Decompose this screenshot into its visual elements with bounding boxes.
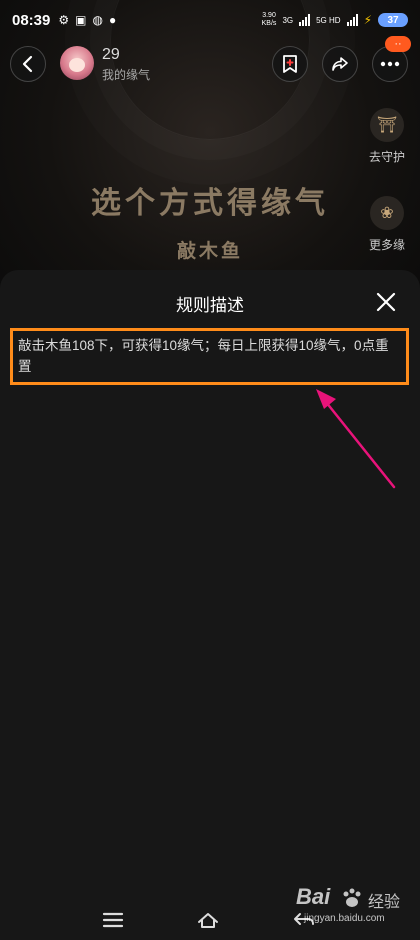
top-header: 29 我的缘气 ·· — [0, 36, 420, 84]
paw-icon — [343, 888, 361, 907]
status-right: 3.90 KB/s 3G 5G HD ⚡ 37 — [262, 12, 408, 28]
gear-icon: ⚙ — [58, 13, 70, 27]
net-speed-unit: KB/s — [261, 20, 277, 27]
bookmark-add-icon — [283, 55, 297, 73]
watermark-url: jingyan.baidu.com — [304, 913, 385, 924]
charging-icon: ⚡ — [363, 13, 372, 27]
watermark-brand: Bai — [296, 884, 331, 909]
page-title: 选个方式得缘气 — [91, 186, 329, 221]
app-screen: 08:39 ⚙ ▣ ◍ ● 3.90 KB/s 3G 5G HD ⚡ 37 29… — [0, 0, 420, 940]
sheet-title: 规则描述 — [176, 296, 244, 315]
watermark-brand-cn: 经验 — [368, 894, 401, 911]
side-guard-label: 去守护 — [368, 150, 405, 164]
message-icon: ● — [108, 13, 117, 27]
net-speed-value: 3.90 — [262, 12, 276, 19]
side-guard-button[interactable]: ⛩ 去守护 — [364, 108, 410, 165]
pagoda-icon: ⛩ — [370, 108, 404, 142]
back-button[interactable] — [10, 46, 46, 82]
status-bar: 08:39 ⚙ ▣ ◍ ● 3.90 KB/s 3G 5G HD ⚡ 37 — [0, 0, 420, 40]
rule-text: 敲击木鱼108下，可获得10缘气；每日上限获得10缘气，0点重置 — [18, 338, 389, 374]
avatar[interactable] — [60, 46, 94, 80]
page-subtitle: 敲木鱼 — [176, 240, 243, 262]
status-notification-icons: ⚙ ▣ ◍ ● — [58, 13, 116, 27]
status-time: 08:39 — [12, 11, 51, 29]
chevron-left-icon — [22, 55, 33, 73]
sim2-label: 5G HD — [316, 15, 341, 25]
rule-highlight-box: 敲击木鱼108下，可获得10缘气；每日上限获得10缘气，0点重置 — [10, 328, 409, 385]
baidu-watermark: Bai 经验 jingyan.baidu.com — [292, 884, 417, 934]
battery-indicator: 37 — [378, 13, 408, 27]
browser-icon: ◍ — [92, 13, 103, 27]
share-button[interactable] — [322, 46, 358, 82]
menu-icon[interactable] — [101, 910, 125, 930]
score-label: 我的缘气 — [102, 68, 151, 82]
more-dots-icon — [380, 61, 400, 67]
annotation-arrow-icon — [316, 389, 396, 489]
net-speed: 3.90 KB/s — [262, 12, 277, 28]
signal-2-icon — [346, 14, 358, 26]
share-icon — [332, 57, 348, 71]
rules-sheet: 规则描述 敲击木鱼108下，可获得10缘气；每日上限获得10缘气，0点重置 — [0, 270, 420, 940]
score-value: 29 — [102, 46, 120, 63]
alipay-icon: ▣ — [75, 13, 87, 27]
close-icon[interactable] — [374, 290, 398, 314]
notification-badge: ·· — [385, 36, 411, 52]
bookmark-button[interactable] — [272, 46, 308, 82]
signal-icon — [299, 14, 311, 26]
sim1-label: 3G — [282, 15, 294, 25]
home-icon[interactable] — [196, 910, 220, 930]
